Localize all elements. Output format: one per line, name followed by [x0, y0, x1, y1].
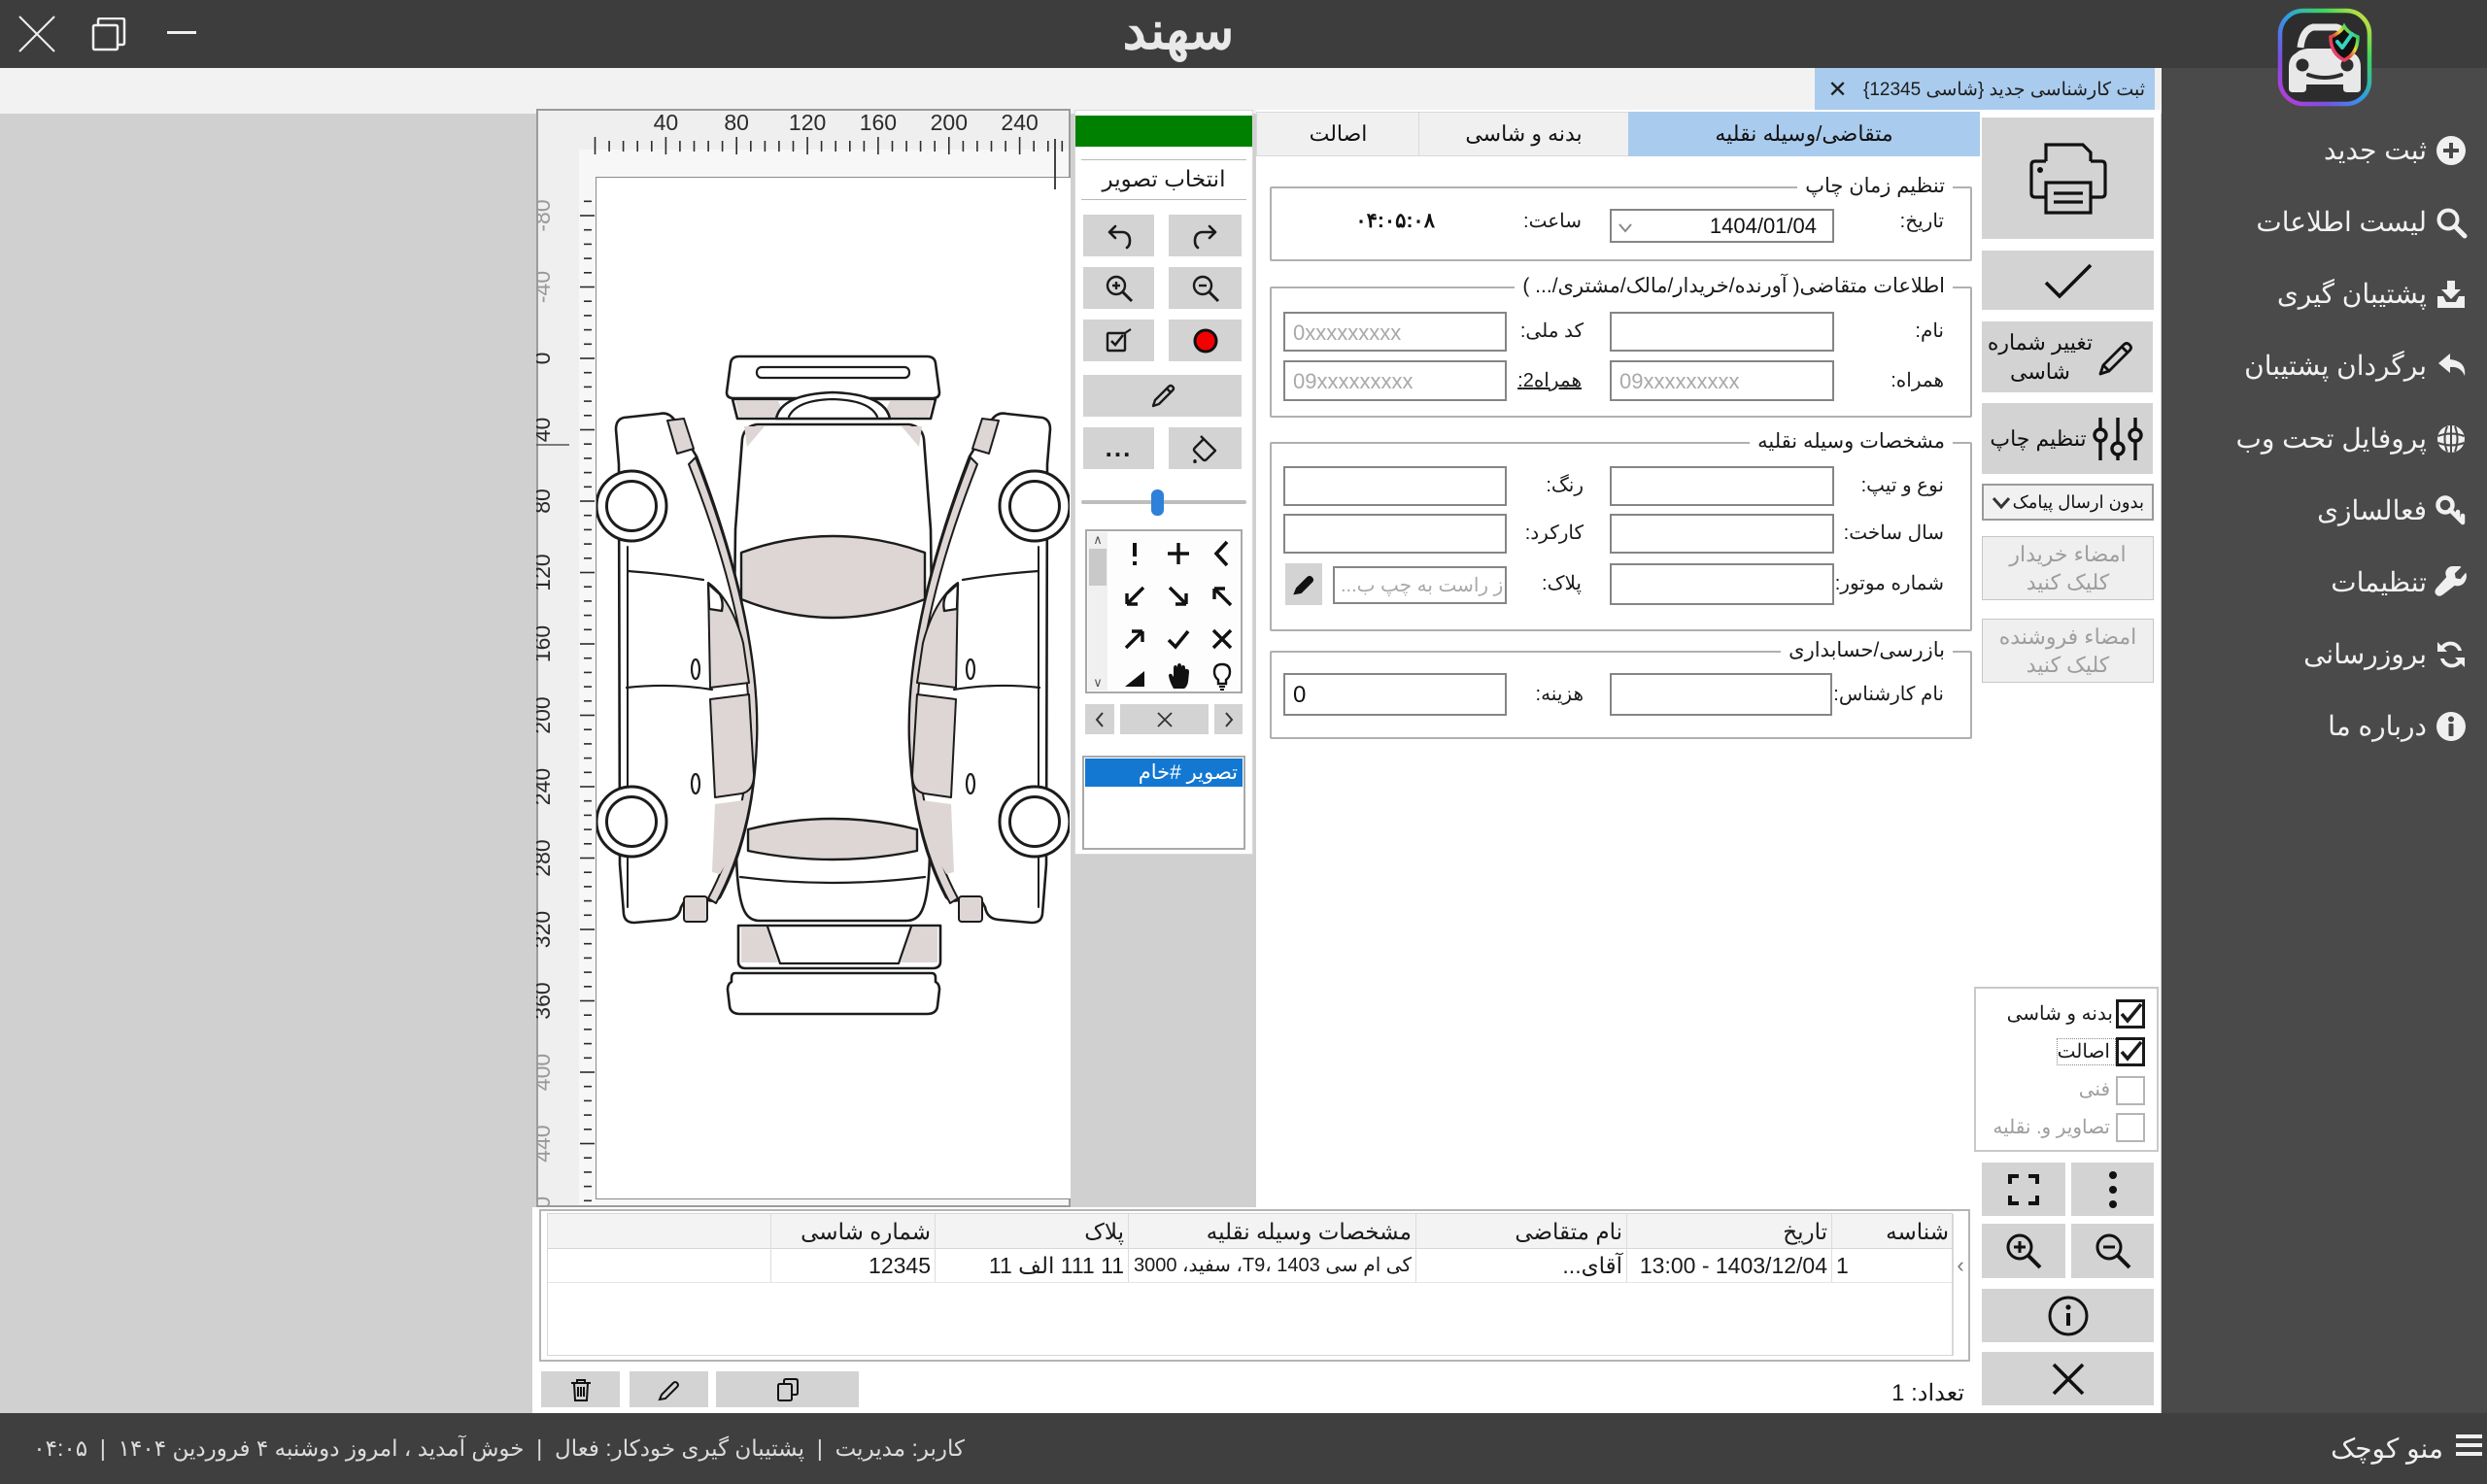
svg-text:-80: -80 — [536, 199, 555, 231]
svg-text:160: 160 — [860, 110, 897, 135]
svg-text:40: 40 — [536, 418, 555, 443]
svg-text:400: 400 — [536, 1054, 555, 1091]
svg-text:280: 280 — [536, 839, 555, 876]
svg-text:480: 480 — [536, 1197, 555, 1207]
svg-text:160: 160 — [536, 625, 555, 662]
svg-text:200: 200 — [931, 110, 968, 135]
svg-text:120: 120 — [789, 110, 826, 135]
svg-text:0: 0 — [536, 353, 555, 365]
svg-text:40: 40 — [654, 110, 679, 135]
svg-text:240: 240 — [536, 768, 555, 805]
svg-text:120: 120 — [536, 554, 555, 590]
svg-text:440: 440 — [536, 1125, 555, 1162]
svg-text:80: 80 — [536, 489, 555, 514]
svg-text:200: 200 — [536, 696, 555, 733]
svg-text:320: 320 — [536, 911, 555, 948]
svg-text:240: 240 — [1001, 110, 1038, 135]
svg-text:-40: -40 — [536, 271, 555, 303]
svg-text:360: 360 — [536, 982, 555, 1019]
svg-text:80: 80 — [724, 110, 749, 135]
